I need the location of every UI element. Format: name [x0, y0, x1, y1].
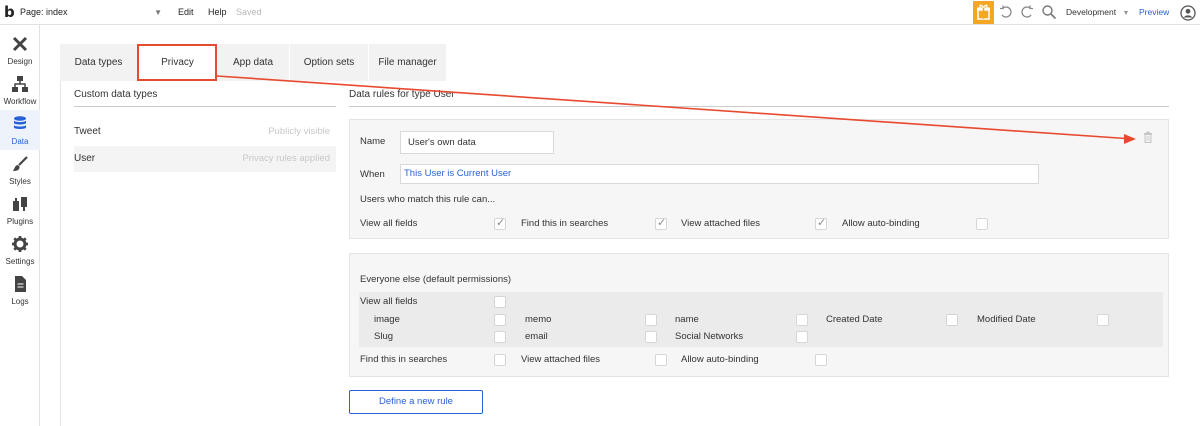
annotation-arrow	[216, 75, 1136, 144]
